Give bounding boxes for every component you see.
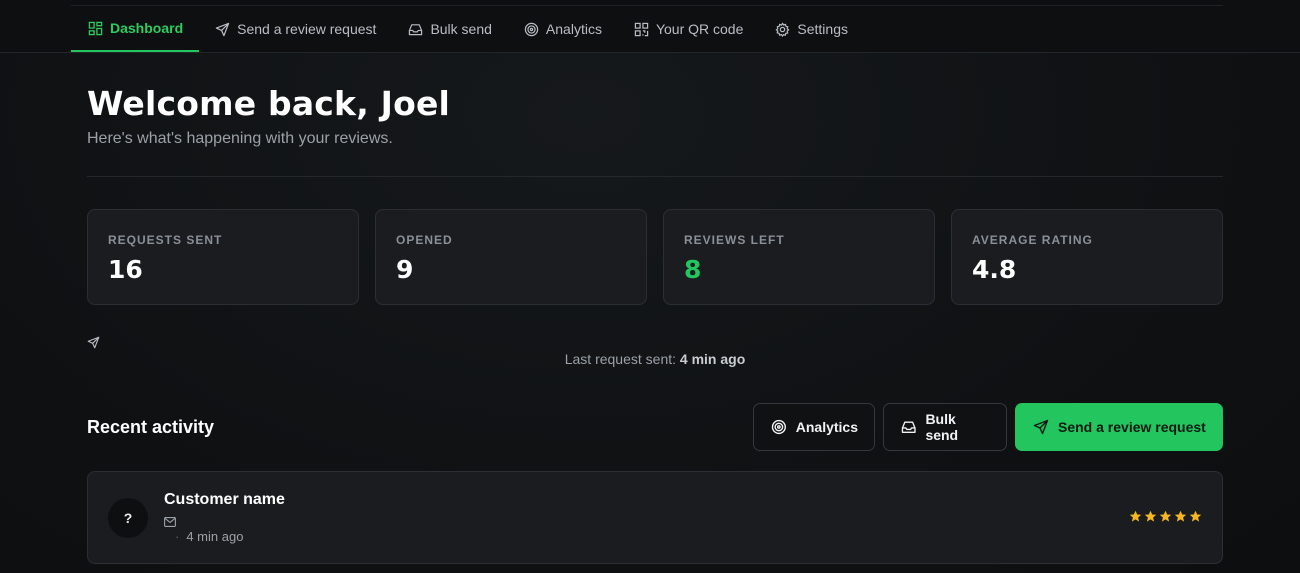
stat-card-average-rating: AVERAGE RATING 4.8 [951,209,1223,305]
header-divider [87,176,1223,177]
last-sent-label: Last request sent: [564,351,680,367]
list-item[interactable]: ? Customer name · 4 min ago [87,471,1223,564]
star-icon [1144,510,1157,522]
stat-value: 16 [108,255,143,284]
top-navigation-bar: Dashboard Send a review request Bulk sen… [0,0,1300,53]
stat-value: 4.8 [972,255,1017,284]
send-icon [87,336,100,349]
stat-label: AVERAGE RATING [972,233,1093,247]
target-icon [524,22,539,36]
stat-value: 9 [396,255,414,284]
stat-label: REVIEWS LEFT [684,233,785,247]
send-review-request-button-label: Send a review request [1058,419,1206,435]
nav-item-label: Your QR code [655,21,744,37]
nav-item-label: Analytics [545,21,602,37]
grid-icon [88,21,103,35]
inbox-icon [409,23,423,35]
separator-dot: · [175,529,180,544]
star-icon [1159,510,1172,522]
nav-item-settings[interactable]: Settings [759,6,864,52]
page-title: Welcome back, Joel [87,84,451,123]
avatar: ? [108,498,148,538]
nav-item-dashboard[interactable]: Dashboard [71,6,200,52]
nav-item-send-review-request[interactable]: Send a review request [199,6,392,52]
nav-item-bulk-send[interactable]: Bulk send [392,6,507,52]
nav-item-label: Settings [797,21,848,37]
stat-label: REQUESTS SENT [108,233,223,247]
activity-time: 4 min ago [186,529,244,544]
activity-meta: · 4 min ago [175,529,243,544]
send-review-request-button[interactable]: Send a review request [1015,403,1223,451]
nav-item-label: Bulk send [430,21,492,37]
last-request-sent: Last request sent: 4 min ago [0,351,1300,367]
mail-icon [164,517,176,527]
stats-row: REQUESTS SENT 16 OPENED 9 REVIEWS LEFT 8… [87,209,1223,305]
qr-code-icon [634,22,649,36]
nav-item-label: Send a review request [237,21,377,37]
analytics-button[interactable]: Analytics [753,403,875,451]
analytics-button-label: Analytics [795,419,858,435]
nav-item-analytics[interactable]: Analytics [508,6,618,52]
recent-actions: Analytics Bulk send Send a review reques… [753,403,1223,451]
recent-activity-title: Recent activity [87,417,215,437]
star-icon [1189,510,1202,522]
inbox-icon [901,421,916,433]
bulk-send-button-label: Bulk send [925,411,959,443]
send-icon [1033,419,1049,435]
page: Dashboard Send a review request Bulk sen… [0,0,1300,573]
send-icon [215,22,230,36]
nav-item-label: Dashboard [110,20,184,36]
stat-value: 8 [684,255,702,284]
page-subtitle: Here's what's happening with your review… [87,130,393,147]
stat-card-opened: OPENED 9 [375,209,647,305]
stat-label: OPENED [396,233,453,247]
nav-item-qr-code[interactable]: Your QR code [618,6,759,52]
last-sent-time: 4 min ago [679,351,746,367]
bulk-send-button[interactable]: Bulk send [883,403,1007,451]
gear-icon [775,21,790,37]
main-nav: Dashboard Send a review request Bulk sen… [71,6,864,53]
star-rating [1129,510,1202,523]
star-icon [1174,510,1187,522]
star-icon [1129,510,1142,522]
stat-card-reviews-left: REVIEWS LEFT 8 [663,209,935,305]
target-icon [771,419,786,435]
customer-name: Customer name [164,491,285,508]
stat-card-requests-sent: REQUESTS SENT 16 [87,209,359,305]
